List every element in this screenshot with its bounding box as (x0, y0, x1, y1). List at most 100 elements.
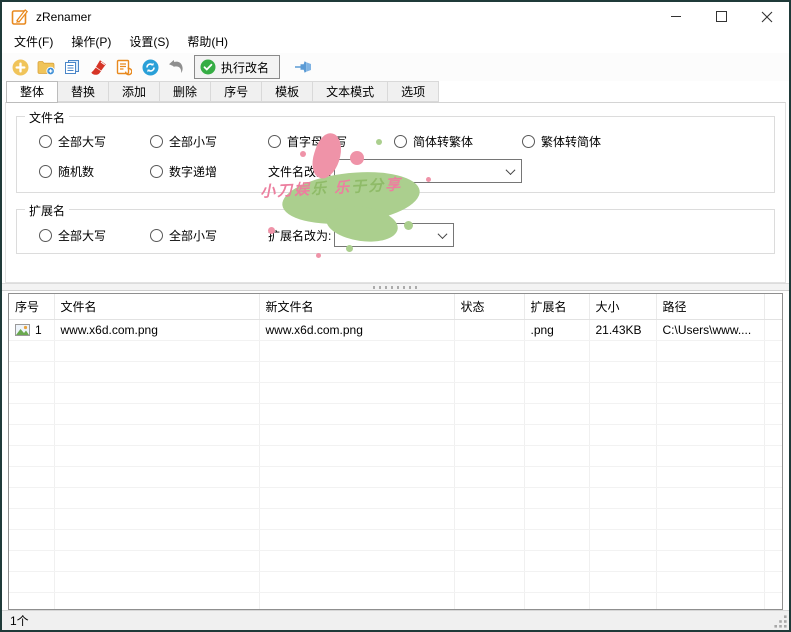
pushpin-icon (294, 60, 313, 74)
filename-group-title: 文件名 (25, 109, 69, 126)
column-header-path[interactable]: 路径 (656, 294, 764, 320)
cell-index: 1 (35, 323, 42, 337)
menu-operation[interactable]: 操作(P) (62, 30, 120, 53)
tab-replace[interactable]: 替换 (58, 81, 109, 102)
image-file-icon (15, 324, 30, 336)
radio-icon (39, 165, 52, 178)
radio-icon (39, 135, 52, 148)
radio-traditional-to-simplified[interactable]: 繁体转简体 (522, 133, 601, 150)
cell-size: 21.43KB (589, 320, 656, 341)
table-row-empty (9, 362, 782, 383)
radio-icon (268, 135, 281, 148)
menu-bar: 文件(F) 操作(P) 设置(S) 帮助(H) (2, 31, 789, 53)
radio-icon (522, 135, 535, 148)
table-header-row: 序号 文件名 新文件名 状态 扩展名 大小 路径 (9, 294, 782, 320)
menu-file[interactable]: 文件(F) (5, 30, 62, 53)
radio-icon (150, 229, 163, 242)
filename-options-row1: 全部大写 全部小写 首字母大写 简体转繁体 繁体转简体 (17, 131, 774, 151)
column-header-status[interactable]: 状态 (454, 294, 524, 320)
table-row-empty (9, 593, 782, 611)
window-title: zRenamer (36, 10, 91, 24)
cell-status (454, 320, 524, 341)
refresh-button[interactable] (137, 55, 163, 79)
radio-simplified-to-traditional[interactable]: 简体转繁体 (394, 133, 522, 150)
tab-strip: 整体 替换 添加 删除 序号 模板 文本模式 选项 (2, 81, 789, 102)
table-row-empty (9, 572, 782, 593)
radio-number-increment[interactable]: 数字递增 (150, 163, 268, 180)
radio-filename-capitalize[interactable]: 首字母大写 (268, 133, 394, 150)
table-row-empty (9, 383, 782, 404)
cell-new-filename: www.x6d.com.png (259, 320, 454, 341)
maximize-button[interactable] (699, 2, 744, 31)
radio-label: 首字母大写 (287, 133, 347, 150)
add-files-button[interactable] (7, 55, 33, 79)
panel-splitter[interactable] (2, 283, 789, 291)
tab-options[interactable]: 选项 (388, 81, 439, 102)
column-header-extension[interactable]: 扩展名 (524, 294, 589, 320)
radio-extension-uppercase[interactable]: 全部大写 (39, 227, 150, 244)
filename-change-combobox[interactable] (334, 159, 522, 183)
execute-rename-label: 执行改名 (221, 59, 269, 76)
app-pencil-icon (11, 8, 29, 26)
radio-random-number[interactable]: 随机数 (39, 163, 150, 180)
extension-options-row: 全部大写 全部小写 扩展名改为: (17, 223, 774, 247)
radio-label: 随机数 (58, 163, 94, 180)
menu-settings[interactable]: 设置(S) (120, 30, 178, 53)
window-controls (654, 2, 789, 31)
refresh-list-button[interactable] (111, 55, 137, 79)
filename-groupbox: 文件名 全部大写 全部小写 首字母大写 简体转繁体 (16, 116, 775, 193)
tab-number[interactable]: 序号 (211, 81, 262, 102)
radio-icon (150, 135, 163, 148)
extension-group-title: 扩展名 (25, 202, 69, 219)
add-folder-icon (37, 59, 56, 76)
execute-rename-button[interactable]: 执行改名 (194, 55, 280, 79)
menu-help[interactable]: 帮助(H) (178, 30, 237, 53)
radio-label: 数字递增 (169, 163, 217, 180)
tab-delete[interactable]: 删除 (160, 81, 211, 102)
tab-template[interactable]: 模板 (262, 81, 313, 102)
radio-filename-uppercase[interactable]: 全部大写 (39, 133, 150, 150)
app-window: zRenamer 文件(F) 操作(P) 设置(S) 帮助(H) (0, 0, 791, 632)
file-list-button[interactable] (59, 55, 85, 79)
brush-icon (90, 59, 107, 76)
tab-whole[interactable]: 整体 (6, 81, 58, 103)
radio-label: 全部大写 (58, 133, 106, 150)
minimize-button[interactable] (654, 2, 699, 31)
document-refresh-icon (116, 59, 132, 76)
table-row-file[interactable]: 1 www.x6d.com.png www.x6d.com.png .png 2… (9, 320, 782, 341)
radio-icon (39, 229, 52, 242)
radio-label: 全部小写 (169, 227, 217, 244)
resize-grip-icon[interactable] (774, 615, 787, 628)
column-header-new-filename[interactable]: 新文件名 (259, 294, 454, 320)
close-button[interactable] (744, 2, 789, 31)
table-row-empty (9, 509, 782, 530)
table-row-empty (9, 341, 782, 362)
extension-change-label: 扩展名改为: (268, 227, 331, 244)
splitter-grip-icon (373, 286, 419, 289)
table-row-empty (9, 551, 782, 572)
cell-filename: www.x6d.com.png (54, 320, 259, 341)
column-header-size[interactable]: 大小 (589, 294, 656, 320)
documents-icon (64, 59, 80, 75)
tab-add[interactable]: 添加 (109, 81, 160, 102)
radio-filename-lowercase[interactable]: 全部小写 (150, 133, 268, 150)
status-bar: 1个 (2, 610, 789, 630)
filename-change-label: 文件名改为: (268, 163, 331, 180)
check-circle-icon (200, 59, 216, 75)
table-row-empty (9, 425, 782, 446)
undo-button[interactable] (163, 55, 189, 79)
cell-extension: .png (524, 320, 589, 341)
table-empty-body (9, 341, 782, 611)
column-header-index[interactable]: 序号 (9, 294, 54, 320)
add-folder-button[interactable] (33, 55, 59, 79)
file-table: 序号 文件名 新文件名 状态 扩展名 大小 路径 (8, 293, 783, 610)
radio-extension-lowercase[interactable]: 全部小写 (150, 227, 268, 244)
column-header-filename[interactable]: 文件名 (54, 294, 259, 320)
radio-label: 繁体转简体 (541, 133, 601, 150)
refresh-circle-icon (142, 59, 159, 76)
column-header-filler (764, 294, 782, 320)
pin-button[interactable] (290, 55, 316, 79)
tab-text-mode[interactable]: 文本模式 (313, 81, 388, 102)
clear-list-button[interactable] (85, 55, 111, 79)
extension-change-combobox[interactable] (334, 223, 454, 247)
